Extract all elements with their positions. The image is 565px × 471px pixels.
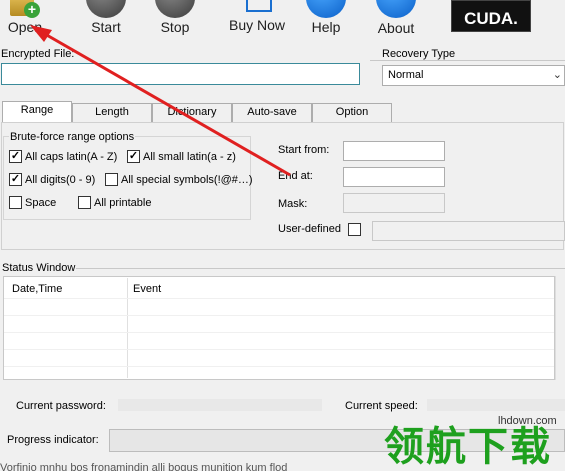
digits-label: All digits(0 - 9) [25,174,96,186]
start-button[interactable]: Start [83,0,129,40]
tab-dictionary-label: Dictionary [167,106,217,118]
user-defined-input[interactable] [372,221,565,241]
tab-range[interactable]: Range [2,101,72,123]
recovery-type-value: Normal [388,69,424,81]
buy-now-button[interactable]: Buy Now [226,0,288,40]
about-button[interactable]: About [372,0,420,40]
tab-auto-save[interactable]: Auto-save [232,103,312,122]
space-checkbox[interactable] [9,196,22,209]
brute-force-title: Brute-force range options [9,131,136,143]
special-symbols-label: All special symbols(!@#…) [121,174,253,186]
play-icon [86,0,126,18]
user-defined-checkbox[interactable] [348,223,361,236]
end-at-label: End at: [278,170,313,182]
stop-icon [155,0,195,18]
start-from-input[interactable] [343,141,445,161]
column-divider [127,278,128,378]
tab-length[interactable]: Length [72,103,152,122]
tab-dictionary[interactable]: Dictionary [152,103,232,122]
cuda-logo: CUDA. [451,0,531,32]
tab-option[interactable]: Option [312,103,392,122]
start-from-label: Start from: [278,144,330,156]
help-icon [306,0,346,18]
info-icon [376,0,416,18]
user-defined-label: User-defined [278,223,341,235]
status-window-title: Status Window [2,262,76,274]
table-row [4,315,554,316]
small-latin-checkbox[interactable]: ✓ [127,150,140,163]
tab-range-label: Range [20,104,54,116]
printable-label: All printable [94,197,152,209]
small-latin-label: All small latin(a - z) [143,151,236,163]
bottom-cutoff-text: Vorfinio mnhu bos fronamindin alli bogus… [0,462,288,471]
stop-button[interactable]: Stop [152,0,198,40]
caps-latin-checkbox[interactable]: ✓ [9,150,22,163]
column-header-event[interactable]: Event [133,283,161,295]
recovery-divider [370,60,565,61]
buy-now-label: Buy Now [228,17,286,33]
table-row [4,349,554,350]
caps-latin-label: All caps latin(A - Z) [25,151,118,163]
plus-icon: + [24,2,40,18]
toolbar: + Open Start Stop Buy Now Help About CUD… [0,0,565,40]
encrypted-file-label: Encrypted File: [1,48,75,60]
encrypted-file-input[interactable] [1,63,360,85]
start-label: Start [91,19,121,35]
open-label: Open [7,19,43,35]
current-speed-label: Current speed: [345,400,418,412]
current-speed-value [427,399,565,411]
mask-label: Mask: [278,198,308,210]
tab-option-label: Option [335,106,369,118]
open-button[interactable]: + Open [2,0,48,40]
vertical-scrollbar[interactable] [555,276,565,380]
stop-label: Stop [160,19,190,35]
space-label: Space [25,197,57,209]
column-header-datetime[interactable]: Date,Time [12,283,62,295]
status-log-table[interactable] [3,276,555,380]
recovery-type-label: Recovery Type [382,48,458,60]
printable-checkbox[interactable] [78,196,91,209]
table-row [4,366,554,367]
current-password-label: Current password: [16,400,106,412]
end-at-input[interactable] [343,167,445,187]
table-row [4,332,554,333]
table-row [4,298,554,299]
chevron-down-icon: ⌄ [552,69,562,81]
mask-input[interactable] [343,193,445,213]
watermark-url: lhdown.com [498,415,557,427]
about-label: About [377,20,415,36]
progress-label: Progress indicator: [7,434,99,446]
special-symbols-checkbox[interactable] [105,173,118,186]
help-label: Help [311,19,341,35]
status-divider [76,268,565,269]
cart-icon [246,0,272,12]
recovery-type-select[interactable]: Normal ⌄ [382,65,565,86]
current-password-value [118,399,322,411]
tab-auto-save-label: Auto-save [247,106,297,118]
help-button[interactable]: Help [303,0,349,40]
tab-length-label: Length [95,106,129,118]
digits-checkbox[interactable]: ✓ [9,173,22,186]
